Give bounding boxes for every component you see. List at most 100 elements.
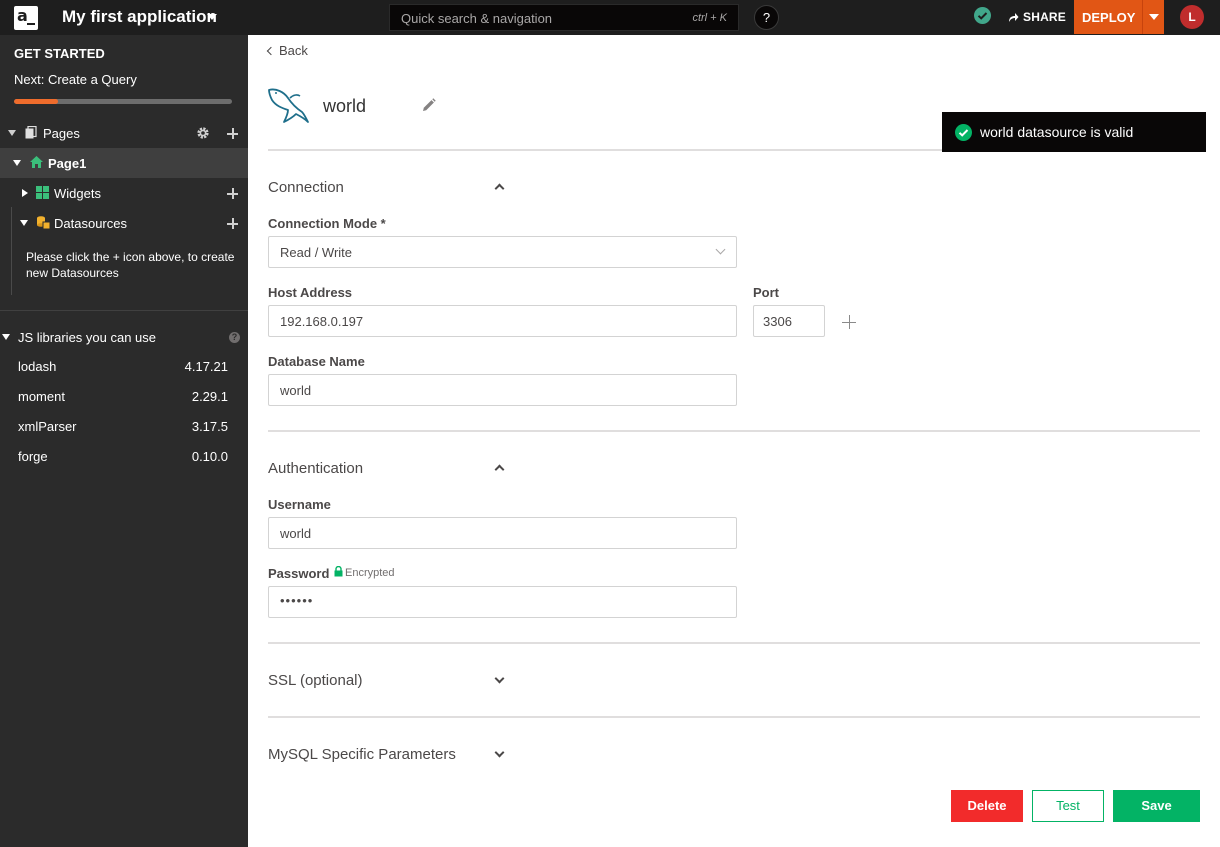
- widgets-icon: [36, 186, 49, 199]
- library-name: moment: [18, 389, 65, 404]
- chevron-down-icon[interactable]: [494, 747, 505, 758]
- host-address-value: 192.168.0.197: [280, 314, 364, 329]
- encrypted-label: Encrypted: [345, 567, 395, 579]
- appsmith-logo-icon[interactable]: a: [14, 6, 38, 30]
- user-avatar[interactable]: L: [1180, 5, 1204, 29]
- add-datasource-plus-icon[interactable]: [227, 218, 238, 229]
- sidebar-item-pages[interactable]: Pages: [0, 118, 248, 148]
- chevron-left-icon: [266, 46, 276, 56]
- collapse-caret-icon[interactable]: [20, 220, 28, 226]
- authentication-section-title[interactable]: Authentication: [268, 460, 363, 477]
- encrypted-note: Encrypted: [334, 565, 395, 579]
- sidebar-item-page1[interactable]: Page1: [0, 148, 248, 178]
- username-input[interactable]: world: [268, 517, 737, 549]
- sidebar-item-widgets[interactable]: Widgets: [0, 178, 248, 208]
- add-host-plus-icon[interactable]: [842, 315, 856, 329]
- library-version: 2.29.1: [191, 389, 228, 404]
- add-widget-plus-icon[interactable]: [227, 188, 238, 199]
- help-question-icon[interactable]: ?: [229, 332, 240, 343]
- quick-search-input[interactable]: Quick search & navigation ctrl + K: [389, 4, 739, 31]
- connection-mode-select[interactable]: Read / Write: [268, 236, 737, 268]
- saved-check-icon: [974, 7, 991, 24]
- username-label: Username: [268, 497, 331, 512]
- datasource-editor: Back world Connection Connection Mode * …: [248, 35, 1220, 847]
- connection-mode-value: Read / Write: [280, 245, 353, 260]
- toast-message: world datasource is valid: [980, 124, 1134, 140]
- deploy-button[interactable]: DEPLOY: [1074, 0, 1164, 34]
- username-value: world: [280, 526, 312, 541]
- database-name-input[interactable]: world: [268, 374, 737, 406]
- collapse-caret-icon[interactable]: [2, 334, 10, 340]
- onboarding-progress-fill: [14, 99, 58, 104]
- success-toast: world datasource is valid: [942, 112, 1206, 152]
- gear-icon[interactable]: [196, 126, 210, 140]
- share-label: SHARE: [1023, 10, 1067, 24]
- sidebar-item-js-libraries[interactable]: JS libraries you can use: [0, 322, 248, 352]
- chevron-up-icon[interactable]: [494, 183, 505, 194]
- pencil-edit-icon[interactable]: [421, 97, 437, 113]
- library-item: xmlParser 3.17.5: [18, 419, 230, 434]
- help-button[interactable]: ?: [754, 5, 779, 30]
- expand-caret-icon[interactable]: [22, 189, 28, 197]
- port-value: 3306: [763, 314, 792, 329]
- deploy-options-caret-icon[interactable]: [1149, 14, 1159, 20]
- connection-section-title[interactable]: Connection: [268, 179, 344, 196]
- connection-mode-label: Connection Mode *: [268, 216, 386, 231]
- library-version: 4.17.21: [184, 359, 228, 374]
- get-started-title: GET STARTED: [14, 46, 105, 61]
- host-address-label: Host Address: [268, 285, 353, 300]
- database-name-label: Database Name: [268, 354, 365, 369]
- port-label: Port: [753, 285, 779, 300]
- share-arrow-icon: [1009, 13, 1019, 22]
- collapse-caret-icon[interactable]: [8, 130, 16, 136]
- app-name[interactable]: My first application: [62, 7, 217, 27]
- datasources-label: Datasources: [54, 216, 127, 231]
- app-menu-caret-icon[interactable]: [207, 14, 217, 20]
- datasource-name[interactable]: world: [323, 96, 366, 117]
- back-label: Back: [279, 43, 308, 58]
- library-version: 0.10.0: [191, 449, 228, 464]
- database-name-value: world: [280, 383, 312, 398]
- add-page-plus-icon[interactable]: [227, 128, 238, 139]
- top-bar: a My first application Quick search & na…: [0, 0, 1220, 35]
- deploy-label: DEPLOY: [1082, 10, 1136, 25]
- chevron-down-icon: [715, 244, 726, 255]
- page1-label: Page1: [48, 156, 87, 171]
- mysql-dolphin-icon: [268, 88, 309, 123]
- sidebar-item-datasources[interactable]: Datasources: [0, 208, 248, 238]
- password-value: ••••••: [280, 593, 314, 608]
- library-item: lodash 4.17.21: [18, 359, 230, 374]
- port-input[interactable]: 3306: [753, 305, 825, 337]
- chevron-down-icon[interactable]: [494, 673, 505, 684]
- delete-button[interactable]: Delete: [951, 790, 1023, 822]
- next-step-link[interactable]: Next: Create a Query: [14, 72, 137, 87]
- datasource-icon: [37, 216, 50, 229]
- library-name: forge: [18, 449, 48, 464]
- search-shortcut: ctrl + K: [692, 12, 727, 24]
- host-address-input[interactable]: 192.168.0.197: [268, 305, 737, 337]
- test-button[interactable]: Test: [1032, 790, 1104, 822]
- ssl-section-title[interactable]: SSL (optional): [268, 672, 363, 689]
- password-input[interactable]: ••••••: [268, 586, 737, 618]
- share-button[interactable]: SHARE: [1008, 10, 1066, 24]
- pages-label: Pages: [43, 126, 80, 141]
- chevron-up-icon[interactable]: [494, 464, 505, 475]
- expand-caret-icon[interactable]: [13, 160, 21, 166]
- pages-icon: [25, 126, 37, 139]
- onboarding-progress: [14, 99, 232, 104]
- library-name: lodash: [18, 359, 57, 374]
- mysql-params-section-title[interactable]: MySQL Specific Parameters: [268, 746, 456, 763]
- widgets-label: Widgets: [54, 186, 101, 201]
- library-item: forge 0.10.0: [18, 449, 230, 464]
- home-icon: [30, 156, 43, 168]
- search-placeholder: Quick search & navigation: [401, 11, 553, 26]
- save-button[interactable]: Save: [1113, 790, 1200, 822]
- check-circle-icon: [955, 124, 972, 141]
- password-label: Password: [268, 566, 330, 581]
- library-item: moment 2.29.1: [18, 389, 230, 404]
- datasources-hint: Please click the + icon above, to create…: [26, 250, 235, 280]
- lock-icon: [334, 565, 343, 577]
- library-version: 3.17.5: [191, 419, 228, 434]
- js-libraries-title: JS libraries you can use: [18, 330, 157, 345]
- back-link[interactable]: Back: [266, 43, 308, 58]
